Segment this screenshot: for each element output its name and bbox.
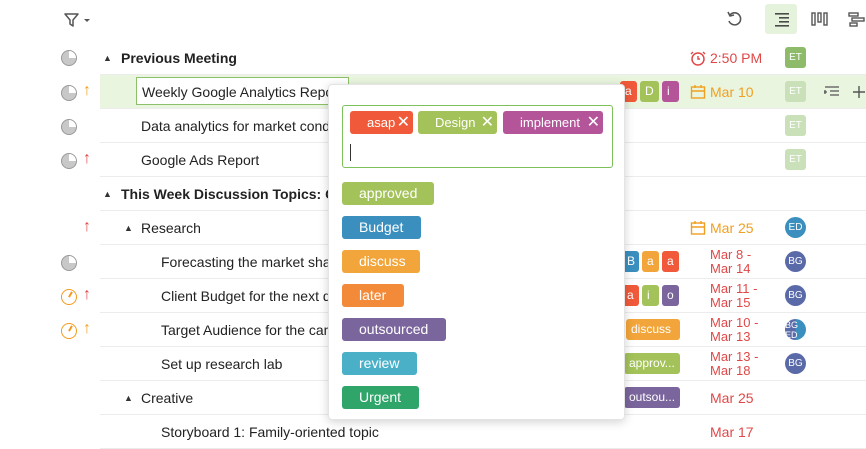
date-range-start: Mar 8 - (710, 247, 752, 262)
gantt-view-icon (847, 12, 865, 27)
task-list-app: ▲ Previous Meeting 2:50 PM ET ↑ Weekly G… (0, 0, 866, 449)
task-title: Weekly Google Analytics Report (142, 84, 328, 100)
date-range-start: Mar 10 - (710, 315, 759, 330)
task-title-editor[interactable]: Weekly Google Analytics Report (136, 77, 349, 105)
undo-icon (727, 11, 742, 26)
priority-up-arrow-icon: ↑ (83, 218, 91, 235)
tag-label: asap (367, 115, 396, 130)
filter-button[interactable] (60, 9, 94, 31)
text-cursor (350, 144, 351, 161)
date-range-start: Mar 13 - (710, 349, 759, 364)
due-time: 2:50 PM (710, 50, 763, 66)
group-title: Previous Meeting (121, 50, 237, 66)
tag-option-outsourced[interactable]: outsourced (342, 318, 446, 341)
tag-option-approved[interactable]: approved (342, 182, 434, 205)
tag-chip[interactable]: approv... (624, 353, 680, 374)
task-title: Creative (141, 390, 194, 406)
due-date: Mar 10 (710, 84, 754, 100)
close-icon[interactable]: ✕ (587, 111, 600, 134)
priority-up-arrow-icon: ↑ (83, 286, 91, 303)
tag-chip[interactable]: o (662, 285, 679, 306)
selected-tag-implement[interactable]: implement ✕ (503, 111, 603, 134)
tag-option-budget[interactable]: Budget (342, 216, 421, 239)
avatar[interactable]: ET (785, 149, 806, 170)
status-icon[interactable] (61, 255, 77, 271)
status-icon[interactable] (61, 289, 77, 305)
close-icon[interactable]: ✕ (481, 111, 494, 134)
task-title: Research (141, 220, 201, 236)
task-title: Data analytics for market conditions (141, 118, 329, 134)
avatar[interactable]: ET (785, 81, 806, 102)
due-date: Mar 25 (710, 220, 754, 236)
avatar[interactable]: ED (785, 217, 806, 238)
tag-chip[interactable]: a (662, 251, 679, 272)
list-view-button[interactable] (765, 4, 797, 34)
add-icon[interactable] (852, 85, 866, 99)
tag-chip[interactable]: outsou... (624, 387, 680, 408)
tag-option-urgent[interactable]: Urgent (342, 386, 419, 409)
priority-up-arrow-icon: ↑ (83, 320, 91, 337)
task-title: Google Ads Report (141, 152, 260, 168)
task-title: Forecasting the market share (161, 254, 329, 270)
tag-option-discuss[interactable]: discuss (342, 250, 420, 273)
board-view-button[interactable] (806, 6, 832, 32)
avatar[interactable]: ET (785, 47, 806, 68)
status-icon[interactable] (61, 85, 77, 101)
undo-button[interactable] (722, 6, 748, 32)
status-icon[interactable] (61, 119, 77, 135)
tag-chip[interactable]: D (640, 81, 659, 102)
collapse-caret-icon[interactable]: ▲ (124, 393, 133, 403)
alarm-clock-icon (690, 51, 706, 66)
priority-up-arrow-icon: ↑ (83, 150, 91, 167)
avatar[interactable]: BG (785, 285, 806, 306)
close-icon[interactable]: ✕ (397, 111, 410, 134)
tag-chip[interactable]: discuss (626, 319, 680, 340)
avatar-group[interactable]: BG ED (785, 319, 806, 340)
tag-chip[interactable]: i (662, 81, 679, 102)
board-view-icon (811, 12, 828, 26)
status-icon[interactable] (61, 323, 77, 339)
list-view-icon (775, 13, 789, 27)
calendar-icon (690, 221, 706, 235)
collapse-caret-icon[interactable]: ▲ (103, 53, 112, 63)
status-icon[interactable] (61, 153, 77, 169)
tag-input-box[interactable]: asap ✕ Design ✕ implement ✕ (342, 105, 613, 168)
date-range-end: Mar 15 (710, 295, 751, 310)
gantt-view-button[interactable] (845, 6, 866, 32)
date-range-end: Mar 18 (710, 363, 751, 378)
date-range-end: Mar 13 (710, 329, 751, 344)
avatar[interactable]: BG (785, 251, 806, 272)
task-title: Target Audience for the campaign (161, 322, 329, 338)
tag-chip[interactable]: a (642, 251, 659, 272)
date-range-start: Mar 11 - (710, 281, 758, 296)
selected-tag-design[interactable]: Design ✕ (418, 111, 497, 134)
collapse-caret-icon[interactable]: ▲ (124, 223, 133, 233)
due-date: Mar 17 (710, 424, 754, 440)
group-title: This Week Discussion Topics: Campaign (121, 186, 329, 202)
add-subtask-icon[interactable] (824, 85, 840, 99)
due-date: Mar 25 (710, 390, 754, 406)
tag-label: Design (435, 115, 476, 130)
calendar-icon (690, 85, 706, 99)
collapse-caret-icon[interactable]: ▲ (103, 189, 112, 199)
tag-chip[interactable]: i (642, 285, 659, 306)
tag-option-later[interactable]: later (342, 284, 404, 307)
priority-up-arrow-icon: ↑ (83, 82, 91, 99)
selected-tag-asap[interactable]: asap ✕ (350, 111, 413, 134)
task-title: Set up research lab (161, 356, 283, 372)
status-icon[interactable] (61, 50, 77, 66)
avatar[interactable]: ET (785, 115, 806, 136)
task-title: Client Budget for the next quarter (161, 288, 329, 304)
task-title: Storyboard 1: Family-oriented topic (161, 424, 379, 440)
tag-picker-popup: asap ✕ Design ✕ implement ✕ approved Bud… (328, 84, 625, 420)
filter-icon (64, 13, 90, 27)
tag-label: implement (520, 115, 580, 130)
avatar[interactable]: BG (785, 353, 806, 374)
tag-option-review[interactable]: review (342, 352, 417, 375)
date-range-end: Mar 14 (710, 261, 751, 276)
